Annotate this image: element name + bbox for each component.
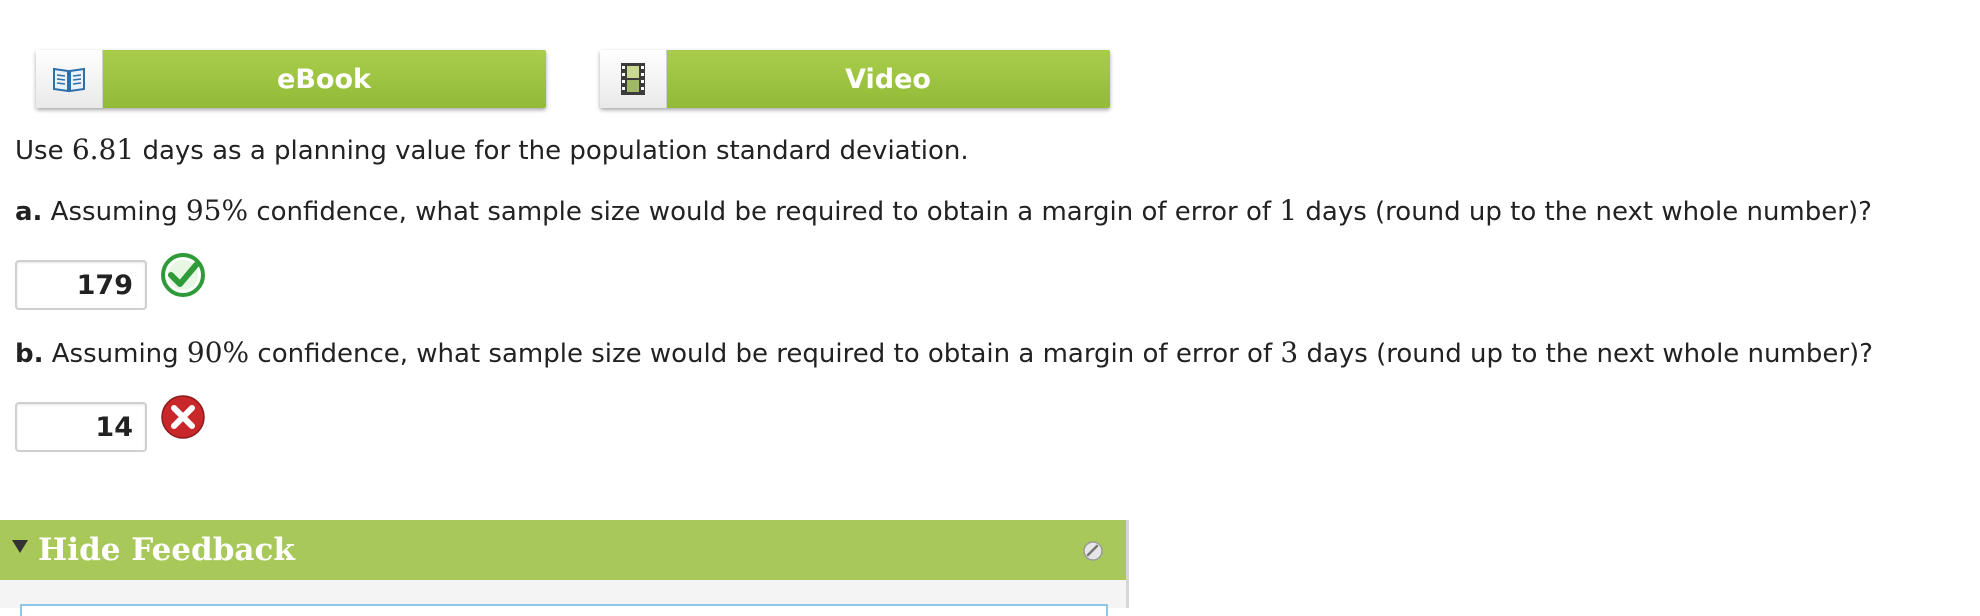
question-b-letter: b. (15, 339, 44, 369)
question-a-confidence: 95% (185, 194, 249, 227)
question-a-text1: Assuming (42, 197, 186, 227)
question-a-letter: a. (15, 197, 43, 227)
question-a-text2: confidence, what sample size would be re… (248, 197, 1280, 227)
question-a-text3: days (round up to the next whole number)… (1297, 197, 1872, 227)
answer-b-input[interactable]: 14 (15, 402, 147, 452)
incorrect-icon (161, 395, 205, 439)
question-b-margin: 3 (1280, 336, 1299, 369)
ebook-label: eBook (277, 63, 371, 95)
feedback-body (20, 604, 1108, 616)
intro-text: Use 6.81 days as a planning value for th… (15, 133, 969, 166)
question-b-confidence: 90% (186, 336, 250, 369)
question-b-text3: days (round up to the next whole number)… (1298, 339, 1873, 369)
video-label: Video (845, 63, 931, 95)
intro-prefix: Use (15, 136, 72, 166)
check-icon (161, 253, 205, 297)
question-a-margin: 1 (1279, 194, 1298, 227)
answer-a-input[interactable]: 179 (15, 260, 147, 310)
ebook-button[interactable]: eBook (36, 50, 546, 108)
pin-icon[interactable] (1082, 540, 1104, 562)
intro-suffix: days as a planning value for the populat… (134, 136, 969, 166)
collapse-triangle-icon[interactable] (12, 540, 28, 553)
question-b-text1: Assuming (43, 339, 187, 369)
feedback-panel: Hide Feedback (0, 520, 1129, 616)
video-button[interactable]: Video (600, 50, 1110, 108)
question-b: b. Assuming 90% confidence, what sample … (15, 336, 1873, 369)
planning-value: 6.81 (71, 133, 135, 166)
feedback-header[interactable]: Hide Feedback (0, 520, 1126, 580)
book-icon (36, 50, 103, 108)
hide-feedback-title[interactable]: Hide Feedback (38, 532, 295, 568)
question-b-text2: confidence, what sample size would be re… (249, 339, 1281, 369)
question-a: a. Assuming 95% confidence, what sample … (15, 194, 1872, 227)
film-icon (600, 50, 667, 108)
